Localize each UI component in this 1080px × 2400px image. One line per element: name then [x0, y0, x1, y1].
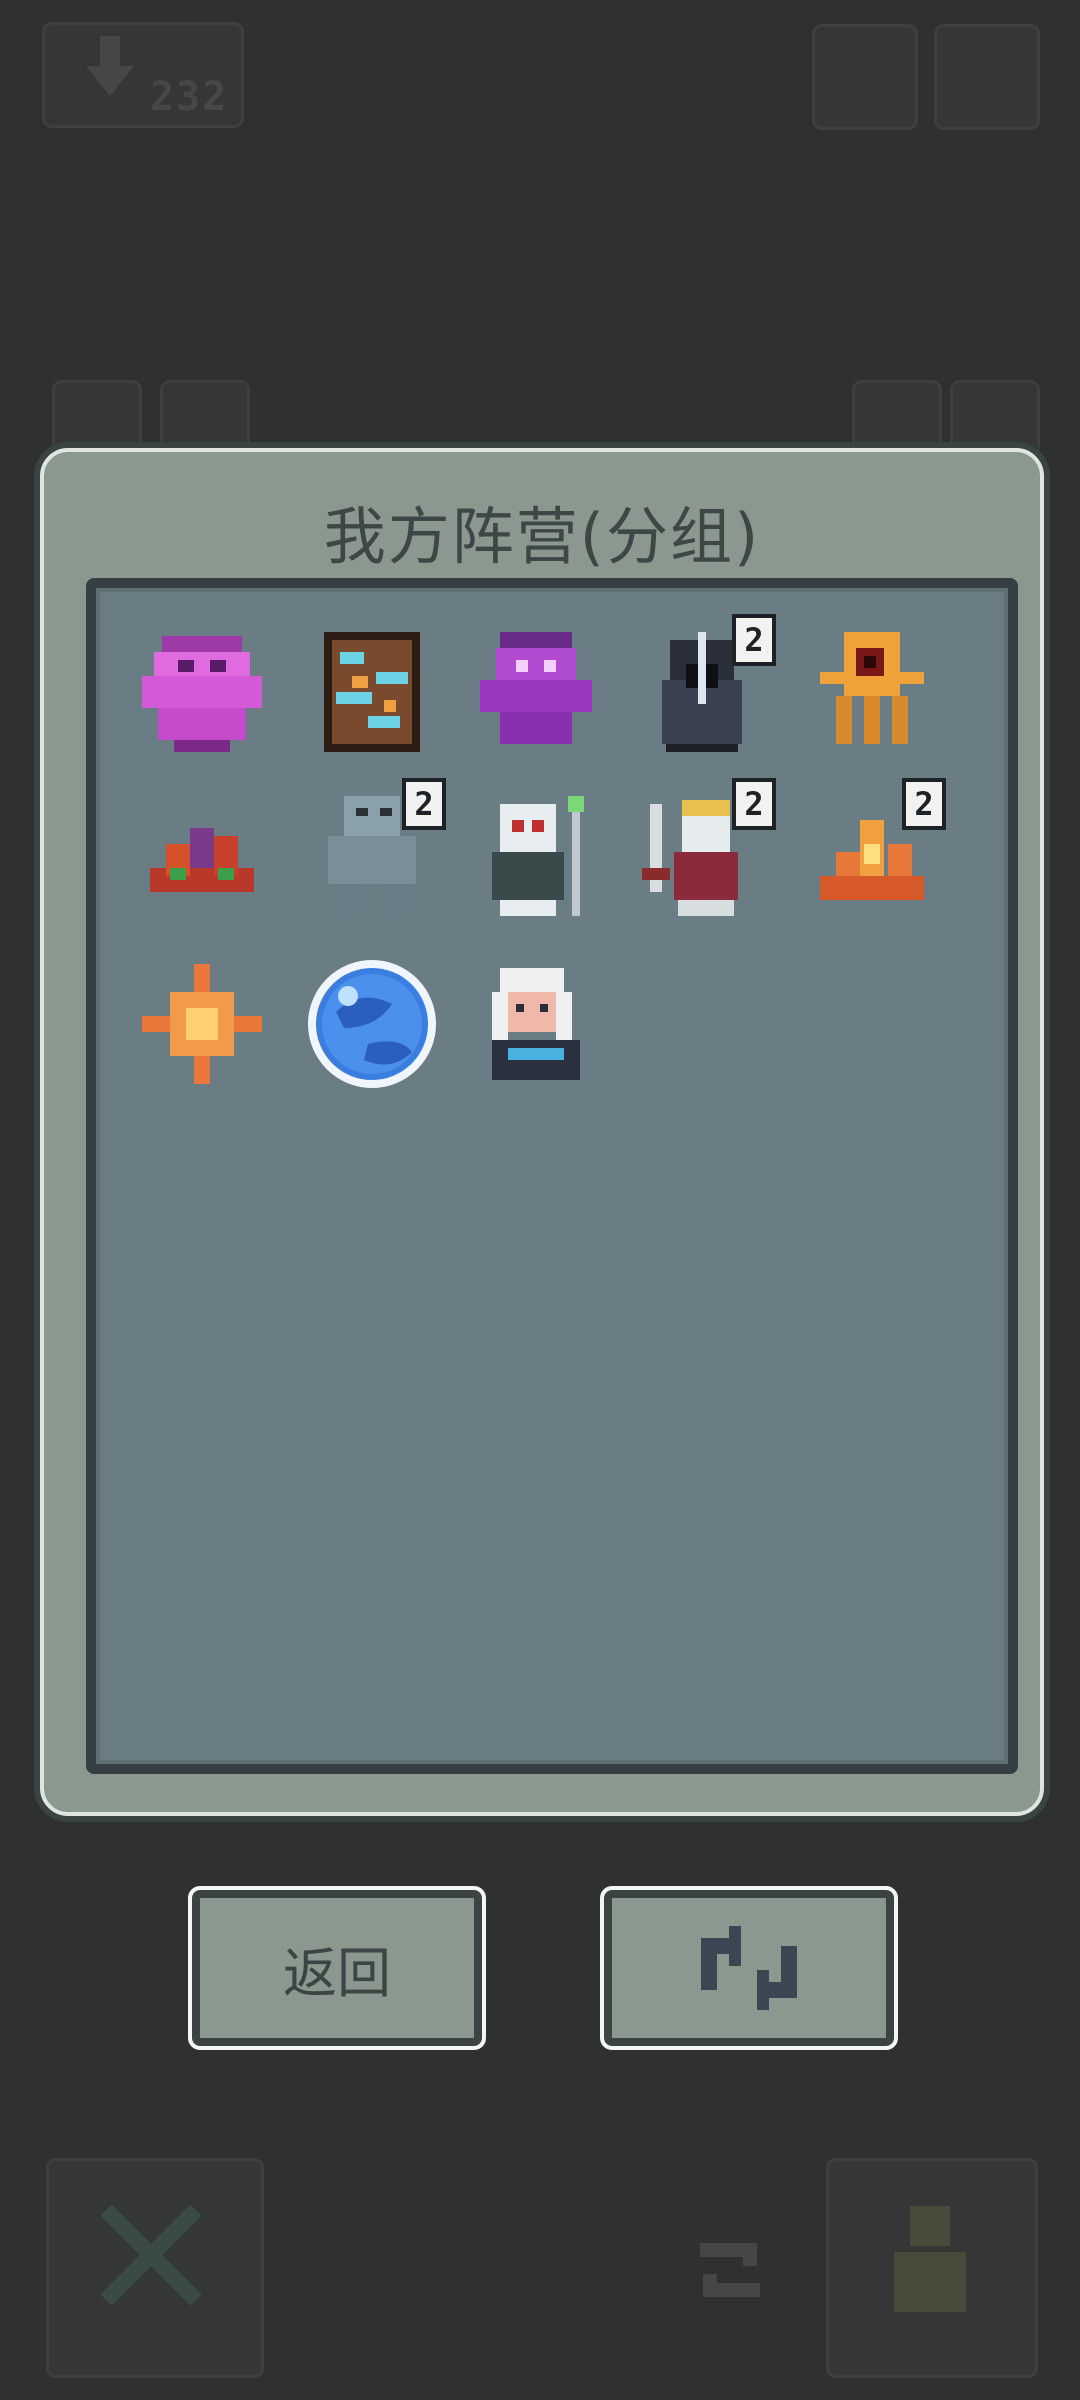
refresh-button[interactable]	[600, 1886, 898, 2050]
hero-icon	[880, 2196, 980, 2330]
unit-count-badge: 2	[402, 778, 446, 830]
unit-slot[interactable]	[468, 956, 604, 1092]
download-icon	[80, 36, 140, 110]
unit-slot[interactable]	[304, 624, 440, 760]
orange-star-icon	[142, 964, 262, 1084]
panel-title: 我方阵营(分组)	[323, 500, 761, 573]
unit-slot[interactable]: 2	[634, 614, 776, 760]
unit-slot[interactable]	[304, 956, 440, 1092]
side-button-3	[852, 380, 942, 456]
counter-text: 232	[150, 74, 229, 120]
unit-slot[interactable]	[468, 624, 604, 760]
menu-button-1	[812, 24, 918, 130]
red-plant-icon	[150, 828, 254, 892]
army-panel: 我方阵营(分组) 2 2 2 2	[40, 448, 1044, 1816]
unit-count-badge: 2	[732, 614, 776, 666]
unit-slot[interactable]	[134, 788, 270, 924]
blue-orb-icon	[308, 960, 436, 1088]
unit-slot[interactable]	[134, 956, 270, 1092]
tentacle-eye-icon	[820, 632, 924, 744]
unit-slot[interactable]	[804, 624, 940, 760]
white-haired-mage-icon	[492, 968, 580, 1080]
unit-slot[interactable]: 2	[304, 778, 446, 924]
purple-demon-icon	[480, 632, 592, 744]
crossed-swords-icon	[96, 2200, 206, 2314]
rock-golem-icon	[324, 632, 420, 752]
skull-shaman-icon	[492, 796, 584, 916]
unit-slot[interactable]	[134, 624, 270, 760]
swap-icon	[690, 2230, 770, 2314]
unit-slot[interactable]	[468, 788, 604, 924]
pink-demon-icon	[142, 636, 262, 752]
menu-button-2	[934, 24, 1040, 130]
side-button-1	[52, 380, 142, 456]
side-button-4	[950, 380, 1040, 456]
unit-grid: 2 2 2 2	[86, 578, 1018, 1774]
back-button-label: 返回	[283, 1941, 391, 2005]
unit-count-badge: 2	[902, 778, 946, 830]
refresh-icon	[701, 1926, 797, 2010]
unit-slot[interactable]: 2	[804, 778, 946, 924]
unit-count-badge: 2	[732, 778, 776, 830]
unit-slot[interactable]: 2	[634, 778, 776, 924]
side-button-2	[160, 380, 250, 456]
back-button[interactable]: 返回	[188, 1886, 486, 2050]
